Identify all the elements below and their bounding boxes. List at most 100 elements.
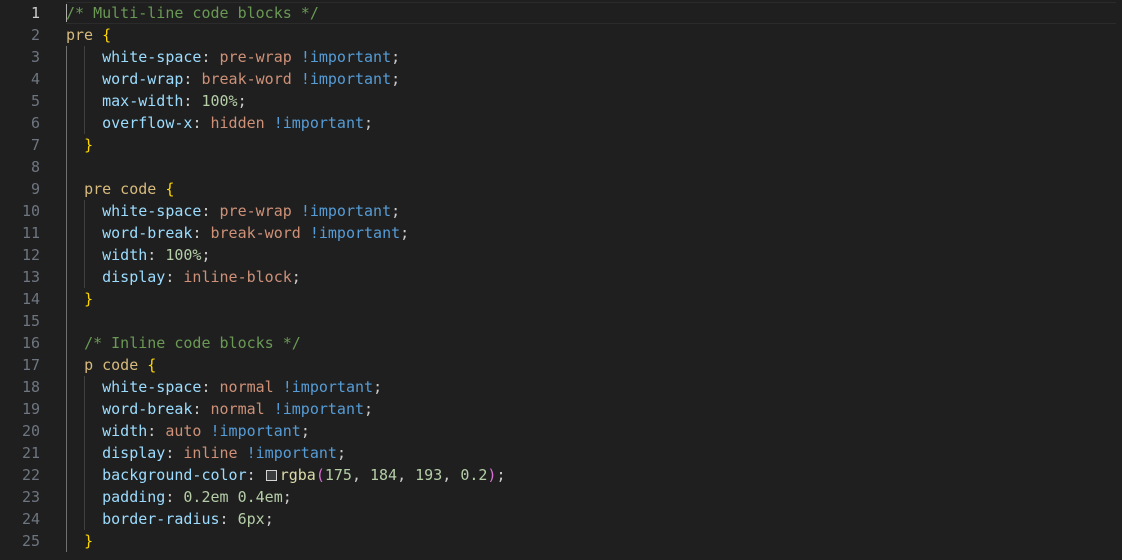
line-number: 1 xyxy=(30,4,40,22)
code-token: : xyxy=(165,268,184,286)
code-token: padding xyxy=(102,488,166,506)
code-line[interactable]: } xyxy=(66,530,1122,552)
code-token: display xyxy=(102,444,166,462)
code-editor[interactable]: 1 2 3 4 5 6 7 8 9 10 11 12 13 14 15 16 17 18 19 20 21 22 23 24 2… xyxy=(0,0,1122,560)
code-token: : xyxy=(147,422,166,440)
code-line[interactable]: padding: 0.2em 0.4em; xyxy=(66,486,1122,508)
code-token: ; xyxy=(237,92,247,110)
code-token: ; xyxy=(391,202,401,220)
code-line[interactable]: } xyxy=(66,134,1122,156)
code-token: background-color xyxy=(102,466,247,484)
code-token: !important xyxy=(273,114,365,132)
code-token: 184 xyxy=(370,466,398,484)
code-line[interactable]: } xyxy=(66,288,1122,310)
code-token: !important xyxy=(210,422,301,440)
line-number: 11 xyxy=(21,224,40,242)
code-token: ; xyxy=(364,400,374,418)
code-token: : xyxy=(165,488,184,506)
code-line[interactable]: display: inline !important; xyxy=(66,442,1122,464)
line-number: 21 xyxy=(21,444,40,462)
code-token: ; xyxy=(300,422,310,440)
line-number: 19 xyxy=(21,400,40,418)
indent-guide xyxy=(84,200,85,288)
code-token: 175 xyxy=(324,466,352,484)
indent-guide xyxy=(84,376,85,530)
code-token: !important xyxy=(309,224,401,242)
code-token: ; xyxy=(364,114,374,132)
code-token: !important xyxy=(282,378,374,396)
code-token: 100% xyxy=(165,246,202,264)
code-token: 193 xyxy=(415,466,443,484)
code-token: normal xyxy=(210,400,265,418)
code-line[interactable]: width: 100%; xyxy=(66,244,1122,266)
line-number: 5 xyxy=(30,92,40,110)
code-token: } xyxy=(84,290,94,308)
code-area[interactable]: /* Multi-line code blocks */ pre { white-… xyxy=(66,2,1122,552)
code-line[interactable]: pre code { xyxy=(66,178,1122,200)
code-token: { xyxy=(165,180,175,198)
code-token: 0.2em xyxy=(183,488,229,506)
code-token: pre code xyxy=(84,180,157,198)
code-line[interactable]: white-space: normal !important; xyxy=(66,376,1122,398)
code-token: word-break xyxy=(102,224,193,242)
code-line[interactable]: pre { xyxy=(66,24,1122,46)
code-token: /* Inline code blocks */ xyxy=(84,334,301,352)
code-token: white-space xyxy=(102,48,202,66)
code-token: break-word xyxy=(201,70,292,88)
code-token: : xyxy=(147,246,166,264)
code-token: inline-block xyxy=(183,268,292,286)
code-token: p code xyxy=(84,356,139,374)
code-token: display xyxy=(102,268,166,286)
code-line[interactable]: display: inline-block; xyxy=(66,266,1122,288)
code-line[interactable]: word-wrap: break-word !important; xyxy=(66,68,1122,90)
code-token: : xyxy=(183,70,202,88)
line-number: 18 xyxy=(21,378,40,396)
line-number: 6 xyxy=(30,114,40,132)
line-number: 17 xyxy=(21,356,40,374)
code-line[interactable]: max-width: 100%; xyxy=(66,90,1122,112)
code-token: : xyxy=(201,202,220,220)
code-token: 6px xyxy=(237,510,265,528)
code-line[interactable]: overflow-x: hidden !important; xyxy=(66,112,1122,134)
line-number: 7 xyxy=(30,136,40,154)
code-token: pre-wrap xyxy=(219,202,292,220)
code-token: auto xyxy=(165,422,202,440)
code-line[interactable]: /* Inline code blocks */ xyxy=(66,332,1122,354)
code-token: : xyxy=(201,378,220,396)
code-line[interactable]: word-break: normal !important; xyxy=(66,398,1122,420)
code-token: hidden xyxy=(210,114,265,132)
code-token: : xyxy=(201,48,220,66)
code-token: !important xyxy=(273,400,365,418)
code-line[interactable]: background-color: rgba(175, 184, 193, 0.… xyxy=(66,464,1122,486)
code-line[interactable]: /* Multi-line code blocks */ xyxy=(66,2,1122,24)
indent-guide xyxy=(84,46,85,134)
code-token: 100% xyxy=(201,92,238,110)
code-line[interactable]: white-space: pre-wrap !important; xyxy=(66,200,1122,222)
code-line[interactable]: word-break: break-word !important; xyxy=(66,222,1122,244)
code-line[interactable]: border-radius: 6px; xyxy=(66,508,1122,530)
code-line[interactable] xyxy=(66,310,1122,332)
code-line[interactable]: p code { xyxy=(66,354,1122,376)
color-swatch-icon[interactable] xyxy=(265,470,277,481)
code-line[interactable]: white-space: pre-wrap !important; xyxy=(66,46,1122,68)
code-token: white-space xyxy=(102,202,202,220)
code-line[interactable]: width: auto !important; xyxy=(66,420,1122,442)
code-token: word-break xyxy=(102,400,193,418)
code-token: rgba xyxy=(279,466,316,484)
line-number: 23 xyxy=(21,488,40,506)
code-line[interactable] xyxy=(66,156,1122,178)
code-token: ; xyxy=(400,224,410,242)
code-token: ; xyxy=(336,444,346,462)
line-number: 3 xyxy=(30,48,40,66)
code-token: : xyxy=(192,400,211,418)
